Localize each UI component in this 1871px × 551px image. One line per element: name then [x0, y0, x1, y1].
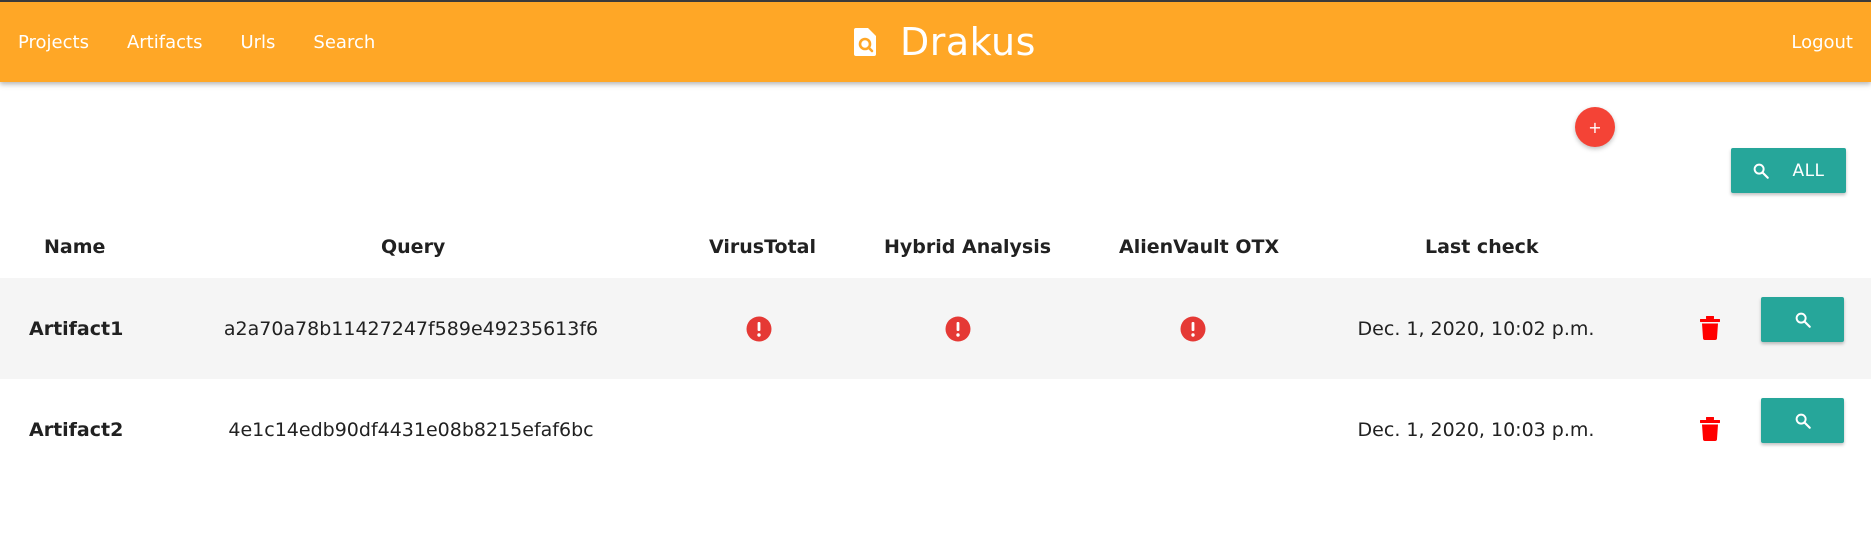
search-icon — [1794, 412, 1812, 430]
artifact-query: 4e1c14edb90df4431e08b8215efaf6bc — [228, 418, 594, 441]
hybrid-analysis-status — [908, 278, 1008, 379]
error-icon — [1180, 316, 1206, 342]
row-search-action — [1761, 278, 1844, 379]
nav-link-projects[interactable]: Projects — [18, 32, 89, 53]
alienvault-otx-status — [1143, 278, 1243, 379]
nav-link-artifacts[interactable]: Artifacts — [127, 32, 202, 53]
virustotal-status — [709, 278, 809, 379]
table-row: Artifact1 a2a70a78b11427247f589e49235613… — [0, 278, 1871, 379]
search-icon — [1752, 162, 1770, 180]
search-icon — [1794, 311, 1812, 329]
column-header-name: Name — [44, 236, 106, 258]
file-search-icon — [850, 25, 880, 59]
nav-link-urls[interactable]: Urls — [240, 32, 275, 53]
error-icon — [945, 316, 971, 342]
add-artifact-button[interactable]: + — [1575, 107, 1615, 147]
search-all-label: ALL — [1792, 160, 1825, 181]
inspect-button[interactable] — [1761, 297, 1844, 342]
brand-title: Drakus — [900, 20, 1036, 64]
artifact-name: Artifact2 — [29, 418, 124, 441]
alienvault-otx-status — [1143, 379, 1243, 480]
column-header-alienvault-otx: AlienVault OTX — [1119, 236, 1280, 258]
column-header-hybrid-analysis: Hybrid Analysis — [884, 236, 1052, 258]
trash-icon[interactable] — [1700, 416, 1722, 443]
virustotal-status — [709, 379, 809, 480]
inspect-button[interactable] — [1761, 398, 1844, 443]
row-search-action — [1761, 379, 1844, 480]
brand[interactable]: Drakus — [850, 2, 1036, 82]
delete-action — [1700, 278, 1722, 379]
trash-icon[interactable] — [1700, 315, 1722, 342]
delete-action — [1700, 379, 1722, 480]
artifact-name: Artifact1 — [29, 317, 124, 340]
nav-links: Projects Artifacts Urls Search — [18, 2, 413, 82]
artifact-last-check: Dec. 1, 2020, 10:02 p.m. — [1357, 317, 1595, 340]
table-header: Name Query VirusTotal Hybrid Analysis Al… — [0, 228, 1871, 266]
column-header-query: Query — [381, 236, 446, 258]
search-all-button[interactable]: ALL — [1731, 148, 1846, 193]
table-row: Artifact2 4e1c14edb90df4431e08b8215efaf6… — [0, 379, 1871, 480]
nav-link-search[interactable]: Search — [313, 32, 375, 53]
error-icon — [746, 316, 772, 342]
logout-link[interactable]: Logout — [1791, 2, 1853, 82]
top-navbar: Projects Artifacts Urls Search Drakus Lo… — [0, 0, 1871, 82]
hybrid-analysis-status — [908, 379, 1008, 480]
column-header-virustotal: VirusTotal — [709, 236, 816, 258]
artifact-last-check: Dec. 1, 2020, 10:03 p.m. — [1357, 418, 1595, 441]
artifact-query: a2a70a78b11427247f589e49235613f6 — [223, 317, 599, 340]
column-header-last-check: Last check — [1425, 236, 1539, 258]
